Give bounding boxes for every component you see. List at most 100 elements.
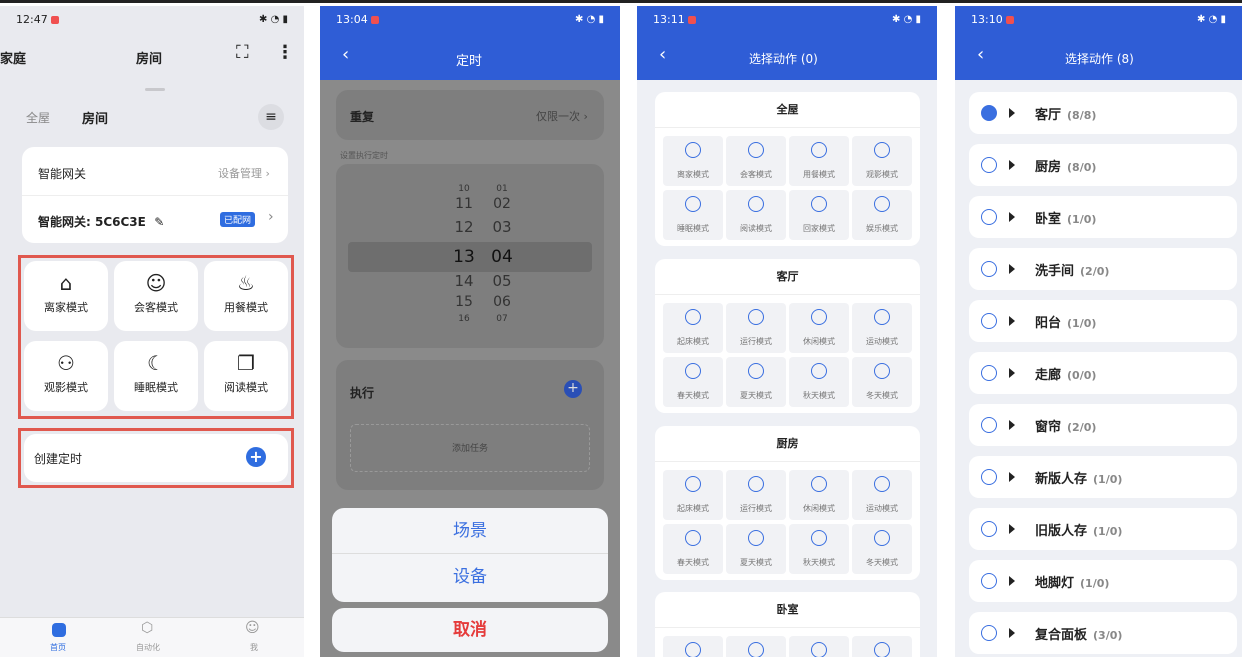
radio-icon[interactable] xyxy=(748,309,764,325)
home-label[interactable]: 家庭 xyxy=(0,48,26,67)
radio-icon[interactable] xyxy=(685,363,701,379)
radio-icon[interactable] xyxy=(981,365,997,381)
expand-icon[interactable] xyxy=(1009,264,1015,274)
add-icon[interactable]: + xyxy=(246,447,266,467)
mode-option[interactable] xyxy=(726,636,786,657)
expand-icon[interactable] xyxy=(1009,108,1015,118)
radio-icon[interactable] xyxy=(811,530,827,546)
room-row[interactable]: 阳台 (1/0) xyxy=(969,300,1237,342)
user-icon[interactable]: ☺ xyxy=(245,620,260,636)
mode-option[interactable]: 冬天模式 xyxy=(852,524,912,574)
chevron-right-icon[interactable]: › xyxy=(268,209,274,225)
mode-option[interactable]: 观影模式 xyxy=(852,136,912,186)
radio-icon[interactable] xyxy=(748,196,764,212)
room-row[interactable]: 旧版人存 (1/0) xyxy=(969,508,1237,550)
radio-icon[interactable] xyxy=(981,209,997,225)
expand-icon[interactable] xyxy=(1009,316,1015,326)
check-icon[interactable] xyxy=(981,105,997,121)
mode-option[interactable] xyxy=(663,636,723,657)
add-icon[interactable]: + xyxy=(564,380,582,398)
mode-option[interactable]: 夏天模式 xyxy=(726,357,786,407)
device-option[interactable]: 设备 xyxy=(332,554,608,600)
radio-icon[interactable] xyxy=(685,142,701,158)
mode-option[interactable]: 休闲模式 xyxy=(789,303,849,353)
room-row[interactable]: 地脚灯 (1/0) xyxy=(969,560,1237,602)
radio-icon[interactable] xyxy=(981,417,997,433)
back-icon[interactable]: ‹ xyxy=(977,44,984,65)
mode-tile[interactable]: ⚇ 观影模式 xyxy=(24,341,108,411)
cancel-button[interactable]: 取消 xyxy=(332,608,608,652)
mode-option[interactable]: 阅读模式 xyxy=(726,190,786,240)
device-mgmt-link[interactable]: 设备管理 › xyxy=(218,165,270,181)
nav-home[interactable]: 首页 xyxy=(50,642,66,653)
radio-icon[interactable] xyxy=(874,196,890,212)
radio-icon[interactable] xyxy=(874,142,890,158)
room-row[interactable]: 窗帘 (2/0) xyxy=(969,404,1237,446)
mode-option[interactable]: 夏天模式 xyxy=(726,524,786,574)
mode-option[interactable]: 秋天模式 xyxy=(789,357,849,407)
mode-option[interactable]: 运动模式 xyxy=(852,470,912,520)
mode-option[interactable]: 回家模式 xyxy=(789,190,849,240)
radio-icon[interactable] xyxy=(811,476,827,492)
radio-icon[interactable] xyxy=(874,476,890,492)
radio-icon[interactable] xyxy=(811,142,827,158)
more-icon[interactable]: ⋮ xyxy=(276,42,294,63)
radio-icon[interactable] xyxy=(748,476,764,492)
mode-option[interactable]: 用餐模式 xyxy=(789,136,849,186)
expand-icon[interactable] xyxy=(1009,628,1015,638)
mode-tile[interactable]: ☾ 睡眠模式 xyxy=(114,341,198,411)
expand-icon[interactable] xyxy=(1009,368,1015,378)
mode-tile[interactable]: ⌂ 离家模式 xyxy=(24,261,108,331)
radio-icon[interactable] xyxy=(685,196,701,212)
radio-icon[interactable] xyxy=(981,469,997,485)
radio-icon[interactable] xyxy=(811,196,827,212)
radio-icon[interactable] xyxy=(981,573,997,589)
mode-option[interactable]: 春天模式 xyxy=(663,524,723,574)
minute-wheel[interactable]: 01 02 03 04 05 06 07 xyxy=(482,184,522,326)
back-icon[interactable]: ‹ xyxy=(659,44,666,65)
room-row[interactable]: 新版人存 (1/0) xyxy=(969,456,1237,498)
room-row[interactable]: 复合面板 (3/0) xyxy=(969,612,1237,654)
room-row[interactable]: 卧室 (1/0) xyxy=(969,196,1237,238)
mode-option[interactable]: 起床模式 xyxy=(663,303,723,353)
radio-icon[interactable] xyxy=(748,363,764,379)
radio-icon[interactable] xyxy=(874,642,890,657)
mode-option[interactable] xyxy=(789,636,849,657)
mode-option[interactable] xyxy=(852,636,912,657)
mode-tile[interactable]: ☺ 会客模式 xyxy=(114,261,198,331)
drag-handle[interactable] xyxy=(145,88,165,91)
home-nav-icon[interactable] xyxy=(52,623,66,637)
nav-automation[interactable]: 自动化 xyxy=(136,642,160,653)
mode-option[interactable]: 运动模式 xyxy=(852,303,912,353)
radio-icon[interactable] xyxy=(874,530,890,546)
room-row[interactable]: 洗手间 (2/0) xyxy=(969,248,1237,290)
radio-icon[interactable] xyxy=(981,157,997,173)
back-icon[interactable]: ‹ xyxy=(342,44,349,65)
mode-option[interactable]: 运行模式 xyxy=(726,303,786,353)
time-picker[interactable]: 10 11 12 13 14 15 16 01 02 03 04 05 06 0… xyxy=(336,164,604,348)
radio-icon[interactable] xyxy=(981,313,997,329)
create-timer-row[interactable]: 创建定时 + xyxy=(24,434,288,482)
radio-icon[interactable] xyxy=(685,476,701,492)
expand-icon[interactable] xyxy=(1009,472,1015,482)
cube-icon[interactable]: ⬡ xyxy=(141,620,153,636)
radio-icon[interactable] xyxy=(811,363,827,379)
room-row[interactable]: 客厅 (8/8) xyxy=(969,92,1237,134)
add-task-button[interactable]: 添加任务 xyxy=(350,424,590,472)
expand-icon[interactable] xyxy=(1009,160,1015,170)
scan-icon[interactable]: ⛶ xyxy=(236,42,249,63)
nav-me[interactable]: 我 xyxy=(250,642,258,653)
mode-option[interactable]: 起床模式 xyxy=(663,470,723,520)
mode-option[interactable]: 娱乐模式 xyxy=(852,190,912,240)
mode-option[interactable]: 秋天模式 xyxy=(789,524,849,574)
expand-icon[interactable] xyxy=(1009,212,1015,222)
scene-option[interactable]: 场景 xyxy=(332,508,608,554)
room-row[interactable]: 走廊 (0/0) xyxy=(969,352,1237,394)
radio-icon[interactable] xyxy=(811,642,827,657)
hour-wheel[interactable]: 10 11 12 13 14 15 16 xyxy=(444,184,484,326)
radio-icon[interactable] xyxy=(685,530,701,546)
room-row[interactable]: 厨房 (8/0) xyxy=(969,144,1237,186)
tab-all[interactable]: 全屋 xyxy=(26,109,50,126)
expand-icon[interactable] xyxy=(1009,420,1015,430)
mode-option[interactable]: 春天模式 xyxy=(663,357,723,407)
